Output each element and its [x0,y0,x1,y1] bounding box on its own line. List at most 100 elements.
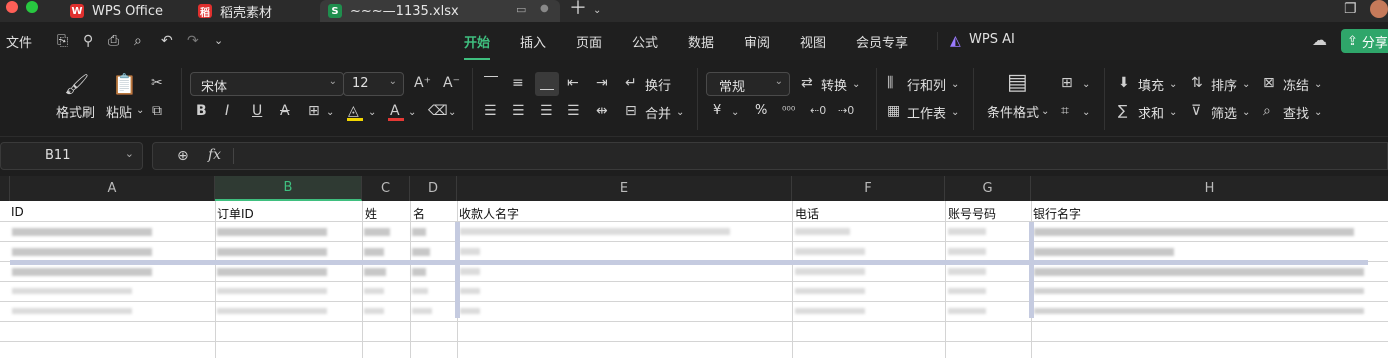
freeze-icon[interactable]: ⊠ [1263,76,1275,90]
menu-file[interactable]: 文件 [6,32,32,51]
conditional-format-button[interactable]: 条件格式 [987,102,1039,121]
paste-button[interactable]: 粘贴 [106,102,132,121]
increase-decimal-icon[interactable]: ⇠0 [810,104,826,118]
percent-button[interactable]: % [755,103,767,118]
tab-dot-icon[interactable]: ● [540,3,549,14]
worksheet-icon[interactable]: ▦ [887,104,900,118]
corner-cell[interactable] [0,176,10,201]
align-middle-icon[interactable]: ≡ [512,76,524,90]
sort-icon[interactable]: ⇅ [1191,76,1203,90]
tab-insert[interactable]: 插入 [520,32,546,51]
column-header-selected[interactable]: B [215,176,362,201]
zoom-window-button[interactable] [26,1,38,13]
chevron-down-icon[interactable]: ⌄ [1314,78,1322,92]
decrease-font-icon[interactable]: A⁻ [443,76,460,90]
rows-cols-icon[interactable]: ⫼ [887,76,893,90]
sort-button[interactable]: 排序 [1211,75,1237,94]
column-header[interactable]: E [457,176,792,201]
column-header[interactable]: F [792,176,945,201]
header-cell[interactable]: 账号号码 [948,205,996,222]
filter-button[interactable]: 筛选 [1211,103,1237,122]
chevron-down-icon[interactable]: ⌄ [408,106,416,120]
merge-icon[interactable]: ⊟ [625,104,637,118]
paste-icon[interactable]: 📋 [112,74,137,94]
fill-color-icon[interactable]: ◬ [348,104,359,118]
column-header[interactable]: H [1031,176,1388,201]
increase-font-icon[interactable]: A⁺ [414,76,431,90]
align-bottom-icon[interactable]: ⎽ [540,76,554,90]
clear-format-icon[interactable]: ⌫ [428,104,448,118]
filter-icon[interactable]: ⊽ [1191,104,1201,118]
cell-style-icon[interactable]: ⊞ [1061,76,1073,90]
tab-docer[interactable]: 稻 稻壳素材 [190,0,315,22]
search-icon[interactable]: ⌕ [1263,104,1271,118]
formula-input[interactable]: ⊕ fx [152,142,1388,170]
tab-review[interactable]: 审阅 [744,32,770,51]
chevron-down-icon[interactable]: ⌄ [1242,106,1250,120]
column-header[interactable]: C [362,176,410,201]
align-top-icon[interactable]: ⎺ [484,76,498,90]
conditional-format-icon[interactable]: ▤ [1007,72,1028,94]
screen-icon[interactable]: ▭ [516,3,526,16]
close-window-button[interactable] [6,1,18,13]
header-cell[interactable]: 电话 [795,205,819,222]
header-cell[interactable]: 银行名字 [1033,205,1081,222]
tab-page[interactable]: 页面 [576,32,602,51]
chevron-down-icon[interactable]: ⌄ [951,78,959,92]
align-left-icon[interactable]: ☰ [484,104,497,118]
chevron-down-icon[interactable]: ⌄ [214,34,223,48]
cut-icon[interactable]: ✂ [151,76,163,90]
chevron-down-icon[interactable]: ⌄ [1169,106,1177,120]
align-center-icon[interactable]: ☰ [512,104,525,118]
convert-button[interactable]: 转换 [821,75,847,94]
convert-icon[interactable]: ⇄ [801,76,813,90]
fill-button[interactable]: 填充 [1138,75,1164,94]
strikethrough-icon[interactable]: A [280,104,290,118]
italic-icon[interactable]: I [225,104,229,118]
cell-reference-box[interactable]: B11 ⌄ [0,142,143,170]
sum-button[interactable]: 求和 [1138,103,1164,122]
zoom-formula-icon[interactable]: ⊕ [177,148,189,164]
number-format-select[interactable]: 常规 ⌄ [706,72,790,96]
avatar[interactable] [1370,0,1388,18]
worksheet-button[interactable]: 工作表 [907,103,946,122]
cloud-upload-icon[interactable]: ☁ [1312,33,1327,48]
chevron-down-icon[interactable]: ⌄ [1242,78,1250,92]
column-header[interactable]: G [945,176,1031,201]
header-cell[interactable]: 收款人名字 [459,205,519,222]
indent-decrease-icon[interactable]: ⇤ [567,76,579,90]
column-header[interactable]: D [410,176,457,201]
tab-home[interactable]: 开始 [464,32,490,51]
chevron-down-icon[interactable]: ⌄ [1041,105,1049,119]
sum-icon[interactable]: ∑ [1118,104,1127,118]
bold-icon[interactable]: B [196,104,207,118]
format-painter-icon[interactable]: 🖌 [64,74,89,94]
currency-button[interactable]: ¥ [713,103,721,118]
tab-wps-office[interactable]: W WPS Office [62,0,187,22]
window-icon[interactable]: ❐ [1344,2,1357,16]
chevron-down-icon[interactable]: ⌄ [1169,78,1177,92]
chevron-down-icon[interactable]: ⌄ [326,106,334,120]
justify-icon[interactable]: ☰ [567,104,580,118]
spreadsheet-grid[interactable]: A B C D E F G H ID 订单ID 姓 名 收款人名字 电话 账号号… [0,176,1388,358]
border-icon[interactable]: ⊞ [308,104,320,118]
chevron-down-icon[interactable]: ⌄ [731,106,739,120]
tab-member[interactable]: 会员专享 [856,32,908,51]
tab-data[interactable]: 数据 [688,32,714,51]
wrap-icon[interactable]: ↵ [625,76,637,90]
new-tab-icon[interactable]: ＋ [569,0,587,18]
tab-spreadsheet[interactable]: S ~~~—1135.xlsx ▭ ● [320,0,560,22]
undo-icon[interactable]: ↶ [161,34,173,48]
font-name-select[interactable]: 宋体 ⌄ [190,72,344,96]
rows-cols-button[interactable]: 行和列 [907,75,946,94]
fx-icon[interactable]: fx [208,147,221,163]
wrap-button[interactable]: 换行 [645,75,671,94]
format-painter-button[interactable]: 格式刷 [56,102,95,121]
table-style-icon[interactable]: ⌗ [1061,104,1069,118]
decrease-decimal-icon[interactable]: ⇢0 [838,104,854,118]
header-cell[interactable]: 订单ID [217,205,254,222]
freeze-button[interactable]: 冻结 [1283,75,1309,94]
align-right-icon[interactable]: ☰ [540,104,553,118]
chevron-down-icon[interactable]: ⌄ [951,106,959,120]
share-button[interactable]: ⇪ 分享 [1341,29,1388,53]
